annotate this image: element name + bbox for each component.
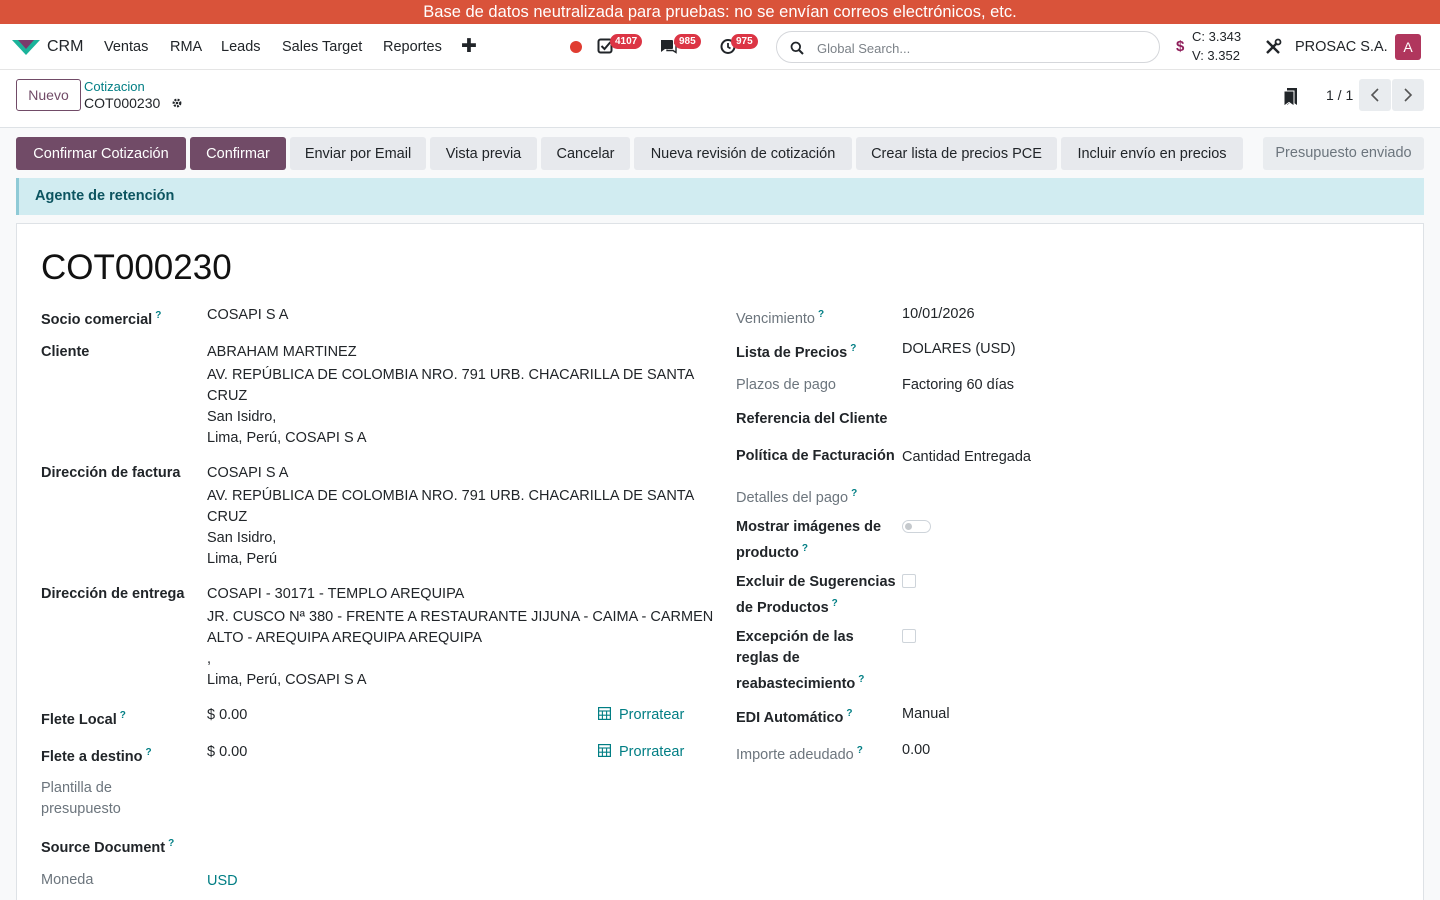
tools-icon[interactable] bbox=[1264, 38, 1282, 56]
breadcrumb-current: COT000230 bbox=[84, 95, 161, 111]
client-label: Cliente bbox=[41, 344, 90, 360]
exclude-suggestions-label: Excluir de Sugerencias de Productos? bbox=[736, 574, 896, 616]
client-reference-label: Referencia del Cliente bbox=[736, 411, 888, 427]
form-action-bar: Confirmar Cotización Confirmar Enviar po… bbox=[0, 129, 1440, 177]
chevron-left-icon bbox=[1370, 88, 1379, 102]
edi-automatic-label: EDI Automático? bbox=[736, 708, 853, 726]
client-address[interactable]: ABRAHAM MARTINEZ AV. REPÚBLICA DE COLOMB… bbox=[207, 342, 694, 449]
payment-terms-label: Plazos de pago bbox=[736, 377, 836, 393]
freight-destination-label: Flete a destino? bbox=[41, 747, 152, 765]
top-navbar: CRM Ventas RMA Leads Sales Target Report… bbox=[0, 24, 1440, 70]
add-plus-icon[interactable]: ✚ bbox=[461, 35, 477, 58]
new-button[interactable]: Nuevo bbox=[16, 79, 81, 111]
help-tooltip-icon[interactable]: ? bbox=[850, 343, 856, 354]
prorate-local-button[interactable]: Prorratear bbox=[598, 705, 684, 726]
amount-due-value: 0.00 bbox=[902, 742, 931, 758]
bookmark-icon[interactable] bbox=[1283, 87, 1299, 107]
edi-automatic-value[interactable]: Manual bbox=[902, 704, 950, 725]
control-panel: Nuevo Cotizacion COT000230 1 / 1 bbox=[0, 70, 1440, 128]
exchange-rate-sell: V: 3.352 bbox=[1192, 48, 1240, 63]
freight-local-label: Flete Local? bbox=[41, 710, 126, 728]
invoice-policy-label: Política de Facturación bbox=[736, 448, 895, 464]
help-tooltip-icon[interactable]: ? bbox=[846, 708, 852, 719]
preview-button[interactable]: Vista previa bbox=[430, 137, 537, 170]
pager-value[interactable]: 1 / 1 bbox=[1326, 87, 1353, 103]
global-search-input[interactable] bbox=[817, 38, 1137, 58]
activity-badge: 4107 bbox=[610, 34, 643, 49]
source-document-label: Source Document? bbox=[41, 838, 175, 856]
replenishment-exception-label: Excepción de las reglas de reabastecimie… bbox=[736, 629, 865, 692]
new-revision-button[interactable]: Nueva revisión de cotización bbox=[634, 137, 852, 170]
company-switcher[interactable]: PROSAC S.A. bbox=[1295, 39, 1388, 55]
create-pce-pricelist-button[interactable]: Crear lista de precios PCE bbox=[856, 137, 1057, 170]
document-title: COT000230 bbox=[41, 248, 232, 287]
menu-rma[interactable]: RMA bbox=[170, 39, 202, 55]
menu-reportes[interactable]: Reportes bbox=[383, 39, 442, 55]
help-tooltip-icon[interactable]: ? bbox=[802, 543, 808, 554]
user-avatar[interactable]: A bbox=[1395, 34, 1421, 60]
gear-icon[interactable] bbox=[171, 97, 183, 109]
delivery-address-label: Dirección de entrega bbox=[41, 586, 185, 602]
chevron-right-icon bbox=[1404, 88, 1413, 102]
help-tooltip-icon[interactable]: ? bbox=[120, 710, 126, 721]
menu-sales-target[interactable]: Sales Target bbox=[282, 39, 362, 55]
send-email-button[interactable]: Enviar por Email bbox=[290, 137, 426, 170]
retention-agent-alert: Agente de retención bbox=[16, 178, 1424, 215]
help-tooltip-icon[interactable]: ? bbox=[818, 309, 824, 320]
cancel-button[interactable]: Cancelar bbox=[541, 137, 630, 170]
partner-value[interactable]: COSAPI S A bbox=[207, 305, 288, 326]
freight-destination-value[interactable]: $ 0.00 bbox=[207, 742, 247, 763]
pricelist-value[interactable]: DOLARES (USD) bbox=[902, 339, 1016, 360]
app-name[interactable]: CRM bbox=[47, 38, 83, 56]
global-search-box[interactable] bbox=[776, 31, 1160, 63]
due-date-value[interactable]: 10/01/2026 bbox=[902, 304, 975, 325]
status-quotation-sent[interactable]: Presupuesto enviado bbox=[1263, 137, 1424, 170]
partner-label: Socio comercial? bbox=[41, 310, 162, 328]
show-product-images-label: Mostrar imágenes de producto? bbox=[736, 519, 882, 561]
due-date-label: Vencimiento? bbox=[736, 309, 825, 327]
help-tooltip-icon[interactable]: ? bbox=[857, 745, 863, 756]
currency-value-link[interactable]: USD bbox=[207, 871, 238, 892]
exchange-rate-icon[interactable]: $ bbox=[1176, 38, 1184, 55]
invoice-policy-value[interactable]: Cantidad Entregada bbox=[902, 447, 1031, 468]
timer-badge: 975 bbox=[731, 34, 758, 49]
include-shipping-button[interactable]: Incluir envío en precios bbox=[1061, 137, 1243, 170]
show-product-images-toggle[interactable] bbox=[902, 520, 931, 533]
quotation-template-label: Plantilla de presupuesto bbox=[41, 780, 121, 817]
prorate-destination-button[interactable]: Prorratear bbox=[598, 742, 684, 763]
recording-dot-icon[interactable] bbox=[570, 41, 582, 53]
menu-ventas[interactable]: Ventas bbox=[104, 39, 148, 55]
help-tooltip-icon[interactable]: ? bbox=[168, 838, 174, 849]
amount-due-label: Importe adeudado? bbox=[736, 745, 863, 763]
help-tooltip-icon[interactable]: ? bbox=[851, 488, 857, 499]
breadcrumb-parent-link[interactable]: Cotizacion bbox=[84, 79, 145, 94]
confirm-button[interactable]: Confirmar bbox=[190, 137, 286, 170]
invoice-address-label: Dirección de factura bbox=[41, 465, 181, 481]
calculator-icon bbox=[598, 744, 611, 757]
help-tooltip-icon[interactable]: ? bbox=[146, 747, 152, 758]
help-tooltip-icon[interactable]: ? bbox=[155, 310, 161, 321]
currency-label: Moneda bbox=[41, 872, 94, 888]
help-tooltip-icon[interactable]: ? bbox=[832, 598, 838, 609]
invoice-address[interactable]: COSAPI S A AV. REPÚBLICA DE COLOMBIA NRO… bbox=[207, 463, 694, 570]
pager-previous-button[interactable] bbox=[1359, 79, 1391, 111]
pricelist-label: Lista de Precios? bbox=[736, 343, 857, 361]
exchange-rate-buy: C: 3.343 bbox=[1192, 29, 1242, 44]
delivery-address[interactable]: COSAPI - 30171 - TEMPLO AREQUIPA JR. CUS… bbox=[207, 584, 713, 691]
exclude-suggestions-checkbox[interactable] bbox=[902, 574, 916, 588]
messages-badge: 985 bbox=[674, 34, 701, 49]
replenishment-exception-checkbox[interactable] bbox=[902, 629, 916, 643]
calculator-icon bbox=[598, 707, 611, 720]
freight-local-value[interactable]: $ 0.00 bbox=[207, 705, 247, 726]
pager-next-button[interactable] bbox=[1392, 79, 1424, 111]
menu-leads[interactable]: Leads bbox=[221, 39, 261, 55]
payment-details-label: Detalles del pago? bbox=[736, 488, 858, 506]
form-sheet: COT000230 Socio comercial? COSAPI S A Cl… bbox=[16, 223, 1424, 900]
payment-terms-value[interactable]: Factoring 60 días bbox=[902, 375, 1014, 396]
confirm-quote-button[interactable]: Confirmar Cotización bbox=[16, 137, 186, 170]
search-icon bbox=[790, 41, 804, 55]
crm-logo-icon[interactable] bbox=[12, 38, 40, 56]
neutralized-db-banner: Base de datos neutralizada para pruebas:… bbox=[0, 0, 1440, 24]
help-tooltip-icon[interactable]: ? bbox=[858, 674, 864, 685]
